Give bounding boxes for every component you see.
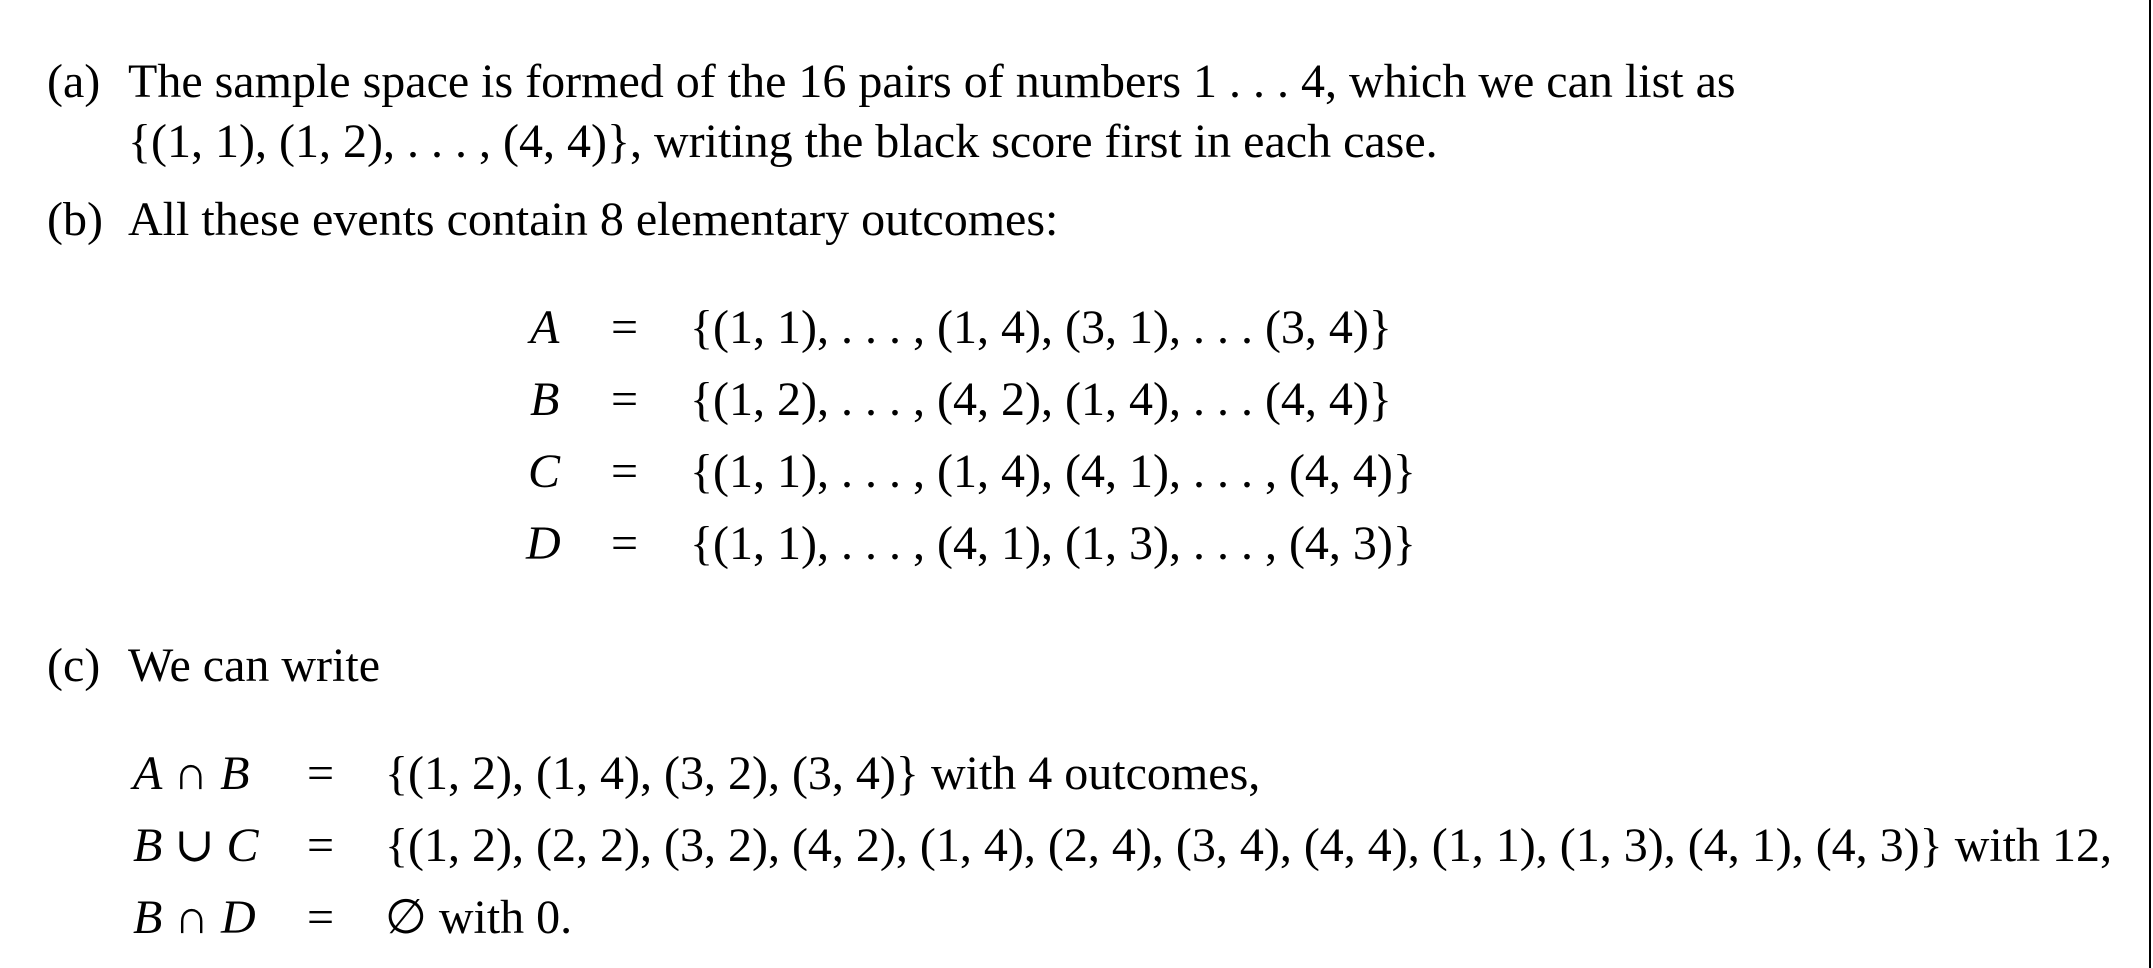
equation-rhs: {(1, 1), . . . , (4, 1), (1, 3), . . . ,… (690, 517, 1416, 570)
equals-sign: = (307, 819, 335, 872)
item-b-label: (b) (47, 193, 103, 246)
equals-sign: = (307, 747, 335, 800)
item-a-line-1: The sample space is formed of the 16 pai… (128, 55, 1736, 108)
equation-rhs: {(1, 2), (2, 2), (3, 2), (4, 2), (1, 4),… (385, 819, 2113, 872)
item-a-label: (a) (47, 55, 101, 108)
equation-lhs: B (530, 373, 560, 426)
equation-lhs: B ∩ D (133, 891, 256, 944)
equation-rhs: {(1, 2), (1, 4), (3, 2), (3, 4)} with 4 … (385, 747, 1261, 800)
item-a-line-2: {(1, 1), (1, 2), . . . , (4, 4)}, writin… (128, 115, 1438, 168)
equals-sign: = (611, 301, 639, 354)
item-c-label: (c) (47, 639, 101, 692)
equals-sign: = (611, 445, 639, 498)
equals-sign: = (611, 373, 639, 426)
equation-lhs: A (530, 301, 560, 354)
equation-lhs: B ∪ C (133, 819, 259, 872)
equation-lhs: C (528, 445, 561, 498)
equals-sign: = (611, 517, 639, 570)
equation-rhs: ∅ with 0. (385, 891, 573, 944)
item-c-intro: We can write (128, 639, 380, 692)
document-page: (a) The sample space is formed of the 16… (0, 0, 2153, 968)
equation-rhs: {(1, 1), . . . , (1, 4), (3, 1), . . . (… (690, 301, 1392, 354)
equals-sign: = (307, 891, 335, 944)
equation-lhs: D (526, 517, 561, 570)
item-b-intro: All these events contain 8 elementary ou… (128, 193, 1059, 246)
equation-rhs: {(1, 2), . . . , (4, 2), (1, 4), . . . (… (690, 373, 1392, 426)
equation-rhs: {(1, 1), . . . , (1, 4), (4, 1), . . . ,… (690, 445, 1416, 498)
page-edge-border (2149, 0, 2151, 968)
equation-lhs: A ∩ B (133, 747, 250, 800)
